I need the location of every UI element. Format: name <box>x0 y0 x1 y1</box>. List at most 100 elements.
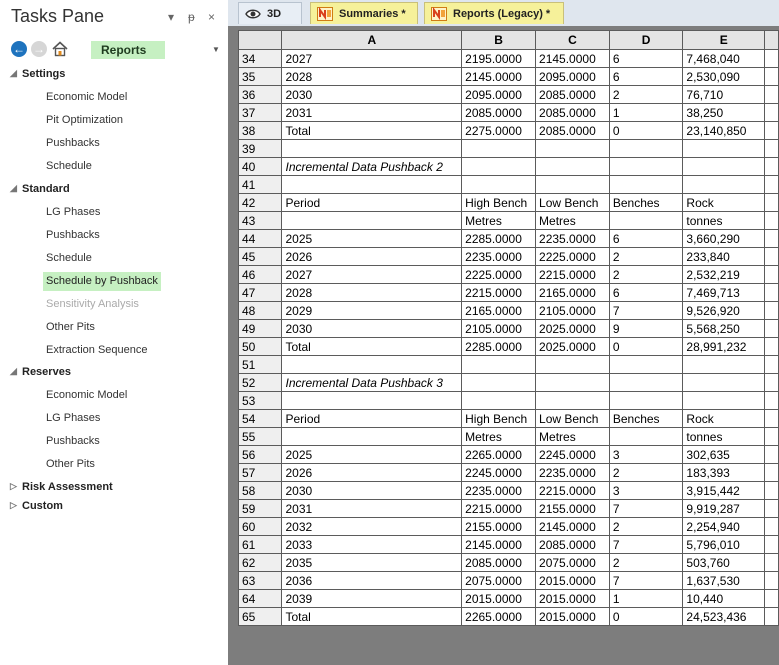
grid-cell[interactable]: 2265.0000 <box>461 445 537 464</box>
grid-cell[interactable]: 3 <box>608 481 684 500</box>
row-header[interactable]: 36 <box>237 85 283 104</box>
tree-item[interactable]: Pushbacks <box>43 134 103 153</box>
tree-item[interactable]: Pit Optimization <box>43 111 126 130</box>
grid-cell[interactable]: 2085.0000 <box>535 535 610 554</box>
row-header[interactable]: 61 <box>237 535 283 554</box>
grid-cell[interactable]: 2285.0000 <box>461 337 537 356</box>
grid-cell[interactable]: 2215.0000 <box>461 499 537 518</box>
grid-cell[interactable] <box>535 391 610 410</box>
grid-cell[interactable]: 2015.0000 <box>535 571 610 590</box>
grid-cell[interactable]: 2165.0000 <box>461 301 537 320</box>
grid-cell[interactable]: 233,840 <box>682 247 766 266</box>
grid-cell[interactable]: 2085.0000 <box>535 121 610 140</box>
grid-cell[interactable]: 7,468,040 <box>682 49 766 68</box>
grid-cell[interactable] <box>461 175 537 194</box>
grid-cell[interactable]: 2165.0000 <box>535 283 610 302</box>
breadcrumb[interactable]: Reports <box>91 41 165 59</box>
expanded-arrow-icon[interactable]: ◢ <box>10 183 17 194</box>
grid-cell[interactable]: 2275.0000 <box>461 121 537 140</box>
grid-cell[interactable]: 7,469,713 <box>682 283 766 302</box>
grid-cell[interactable]: Incremental Data Pushback 2 <box>281 157 463 176</box>
grid-cell[interactable] <box>608 427 684 446</box>
grid-cell[interactable] <box>764 139 779 158</box>
grid-cell[interactable]: 2235.0000 <box>535 229 610 248</box>
row-header[interactable]: 48 <box>237 301 283 320</box>
grid-cell[interactable] <box>764 193 779 212</box>
grid-cell[interactable]: 2245.0000 <box>461 463 537 482</box>
grid-cell[interactable]: 2225.0000 <box>461 265 537 284</box>
grid-cell[interactable]: 9,526,920 <box>682 301 766 320</box>
tree-item[interactable]: Other Pits <box>43 318 98 337</box>
row-header[interactable]: 63 <box>237 571 283 590</box>
row-header[interactable]: 37 <box>237 103 283 122</box>
grid-cell[interactable]: 7 <box>608 571 684 590</box>
row-header[interactable]: 34 <box>237 49 283 68</box>
row-header[interactable]: 52 <box>237 373 283 392</box>
grid-cell[interactable] <box>682 391 766 410</box>
grid-cell[interactable]: 2015.0000 <box>535 589 610 608</box>
grid-cell[interactable] <box>608 175 684 194</box>
tree-item[interactable]: Schedule <box>43 157 95 176</box>
grid-cell[interactable]: 0 <box>608 121 684 140</box>
tree-item[interactable]: Economic Model <box>43 386 130 405</box>
row-header[interactable]: 44 <box>237 229 283 248</box>
grid-cell[interactable] <box>608 211 684 230</box>
row-header[interactable]: 50 <box>237 337 283 356</box>
grid-cell[interactable] <box>608 373 684 392</box>
grid-cell[interactable]: 2027 <box>281 265 463 284</box>
grid-cell[interactable] <box>764 103 779 122</box>
grid-cell[interactable] <box>281 427 463 446</box>
row-header[interactable]: 64 <box>237 589 283 608</box>
grid-cell[interactable]: Incremental Data Pushback 3 <box>281 373 463 392</box>
grid-cell[interactable]: 2036 <box>281 571 463 590</box>
grid-cell[interactable]: Total <box>281 337 463 356</box>
grid-cell[interactable] <box>764 607 779 626</box>
grid-cell[interactable]: 2085.0000 <box>461 103 537 122</box>
grid-cell[interactable]: 5,796,010 <box>682 535 766 554</box>
grid-cell[interactable]: Period <box>281 409 463 428</box>
tree-item[interactable]: Schedule by Pushback <box>43 272 161 291</box>
column-header-e[interactable]: E <box>682 30 766 50</box>
grid-cell[interactable]: Rock <box>682 409 766 428</box>
grid-cell[interactable]: 2028 <box>281 283 463 302</box>
grid-cell[interactable]: 9,919,287 <box>682 499 766 518</box>
row-header[interactable]: 43 <box>237 211 283 230</box>
row-header[interactable]: 53 <box>237 391 283 410</box>
grid-cell[interactable] <box>535 175 610 194</box>
grid-cell[interactable]: 2026 <box>281 463 463 482</box>
grid-cell[interactable] <box>764 49 779 68</box>
row-header[interactable]: 40 <box>237 157 283 176</box>
grid-cell[interactable] <box>764 355 779 374</box>
grid-cell[interactable]: 2033 <box>281 535 463 554</box>
grid-cell[interactable]: Metres <box>535 211 610 230</box>
grid-cell[interactable]: 2155.0000 <box>461 517 537 536</box>
grid-cell[interactable]: 2145.0000 <box>535 517 610 536</box>
tree-item[interactable]: LG Phases <box>43 203 103 222</box>
row-header[interactable]: 42 <box>237 193 283 212</box>
collapsed-arrow-icon[interactable]: ▷ <box>10 481 17 492</box>
grid-cell[interactable]: 5,568,250 <box>682 319 766 338</box>
grid-cell[interactable]: 10,440 <box>682 589 766 608</box>
row-header[interactable]: 47 <box>237 283 283 302</box>
grid-cell[interactable]: 2105.0000 <box>461 319 537 338</box>
column-header-c[interactable]: C <box>535 30 610 50</box>
grid-cell[interactable]: 2215.0000 <box>461 283 537 302</box>
grid-cell[interactable]: High Bench <box>461 409 537 428</box>
grid-cell[interactable]: 2,254,940 <box>682 517 766 536</box>
select-all-corner[interactable] <box>237 30 283 50</box>
grid-cell[interactable] <box>764 319 779 338</box>
grid-cell[interactable]: 2031 <box>281 499 463 518</box>
grid-cell[interactable] <box>535 157 610 176</box>
grid-cell[interactable]: 3,660,290 <box>682 229 766 248</box>
pin-icon[interactable]: ᵽ <box>188 10 195 24</box>
grid-cell[interactable]: 2025.0000 <box>535 337 610 356</box>
grid-cell[interactable]: 2,530,090 <box>682 67 766 86</box>
grid-cell[interactable] <box>608 157 684 176</box>
grid-cell[interactable]: 28,991,232 <box>682 337 766 356</box>
grid-cell[interactable]: tonnes <box>682 427 766 446</box>
grid-cell[interactable]: Metres <box>461 211 537 230</box>
tree-category[interactable]: ◢ Standard <box>0 181 228 201</box>
grid-cell[interactable]: 1 <box>608 103 684 122</box>
grid-cell[interactable]: 2035 <box>281 553 463 572</box>
grid-cell[interactable] <box>764 265 779 284</box>
